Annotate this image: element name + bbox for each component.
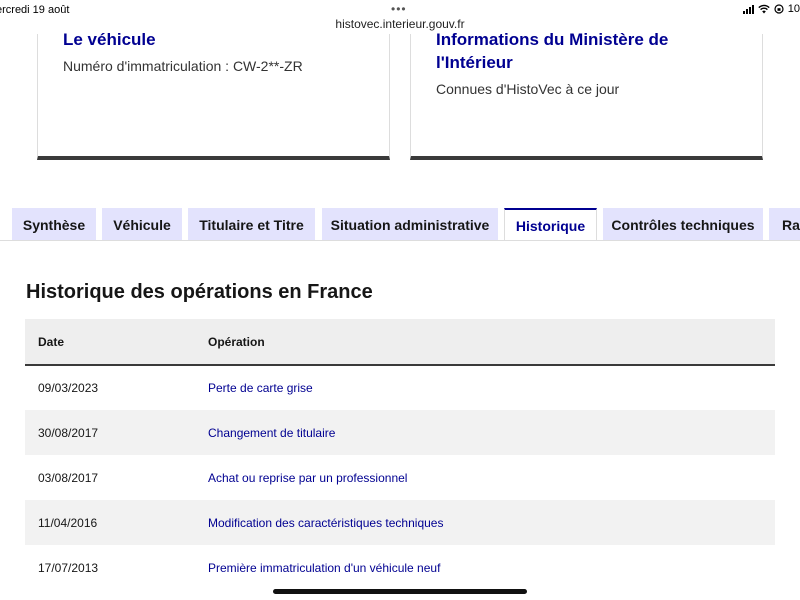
battery-percent: 10 bbox=[787, 3, 800, 15]
orientation-lock-icon bbox=[774, 4, 784, 14]
row-date: 03/08/2017 bbox=[38, 470, 99, 485]
row-date: 30/08/2017 bbox=[25, 410, 208, 455]
tab-titulaire-titre[interactable]: Titulaire et Titre bbox=[188, 208, 315, 241]
row-date: 09/03/2023 bbox=[38, 381, 99, 395]
operation-link[interactable]: Première immatriculation d'un véhicule n… bbox=[208, 561, 440, 575]
ministry-title-line2: l'Intérieur bbox=[436, 53, 513, 72]
tab-controles-techniques[interactable]: Contrôles techniques bbox=[603, 208, 763, 241]
tab-historique[interactable]: Historique bbox=[504, 208, 597, 242]
tab-bar: Synthèse Véhicule Titulaire et Titre Sit… bbox=[0, 208, 800, 242]
tab-situation-administrative[interactable]: Situation administrative bbox=[322, 208, 498, 241]
operation-link[interactable]: Perte de carte grise bbox=[208, 381, 313, 395]
row-operation: Modification des caractéristiques techni… bbox=[208, 500, 775, 545]
row-date: 11/04/2016 bbox=[25, 500, 208, 545]
wifi-icon bbox=[758, 4, 770, 14]
home-indicator[interactable] bbox=[273, 589, 527, 594]
status-icons: 10 bbox=[742, 3, 800, 15]
column-header-date: Date bbox=[25, 319, 208, 366]
row-operation: Achat ou reprise par un professionnel bbox=[208, 455, 775, 500]
operation-link[interactable]: Modification des caractéristiques techni… bbox=[208, 516, 443, 530]
column-header-operation: Opération bbox=[208, 319, 775, 366]
table-header-row: Date Opération bbox=[25, 319, 775, 366]
ministry-card-text: Connues d'HistoVec à ce jour bbox=[436, 81, 620, 97]
ministry-card: Informations du Ministère de l'Intérieur… bbox=[410, 30, 763, 160]
table-row: 30/08/2017 Changement de titulaire bbox=[25, 410, 775, 455]
cellular-signal-icon bbox=[742, 4, 754, 14]
tab-synthese[interactable]: Synthèse bbox=[12, 208, 96, 241]
history-table: Date Opération 09/03/2023 Perte de carte… bbox=[25, 319, 775, 590]
operation-link[interactable]: Achat ou reprise par un professionnel bbox=[208, 471, 407, 485]
row-operation: Première immatriculation d'un véhicule n… bbox=[208, 545, 775, 590]
row-operation: Changement de titulaire bbox=[208, 410, 775, 455]
ministry-title-line1: Informations du Ministère de bbox=[436, 30, 669, 49]
row-date: 17/07/2013 bbox=[38, 560, 99, 575]
tab-rapport[interactable]: Rap bbox=[769, 208, 800, 241]
historique-panel: Historique des opérations en France Date… bbox=[0, 240, 800, 600]
tab-vehicule[interactable]: Véhicule bbox=[102, 208, 182, 241]
vehicle-card-title: Le véhicule bbox=[63, 30, 156, 49]
table-row: 03/08/2017 Achat ou reprise par un profe… bbox=[25, 455, 775, 500]
ministry-card-title: Informations du Ministère de l'Intérieur bbox=[436, 28, 668, 74]
section-title: Historique des opérations en France bbox=[26, 281, 373, 303]
row-operation: Perte de carte grise bbox=[208, 365, 775, 410]
registration-number-text: Numéro d'immatriculation : CW-2**-ZR bbox=[63, 58, 303, 74]
table-row: 11/04/2016 Modification des caractéristi… bbox=[25, 500, 775, 545]
status-date: ercredi 19 août bbox=[0, 4, 70, 16]
vehicle-card: Le véhicule Numéro d'immatriculation : C… bbox=[37, 30, 390, 160]
table-row: 09/03/2023 Perte de carte grise bbox=[25, 365, 775, 410]
table-row: 17/07/2013 Première immatriculation d'un… bbox=[25, 545, 775, 590]
operation-link[interactable]: Changement de titulaire bbox=[208, 426, 335, 440]
multitasking-dots-icon[interactable]: ••• bbox=[391, 2, 407, 16]
